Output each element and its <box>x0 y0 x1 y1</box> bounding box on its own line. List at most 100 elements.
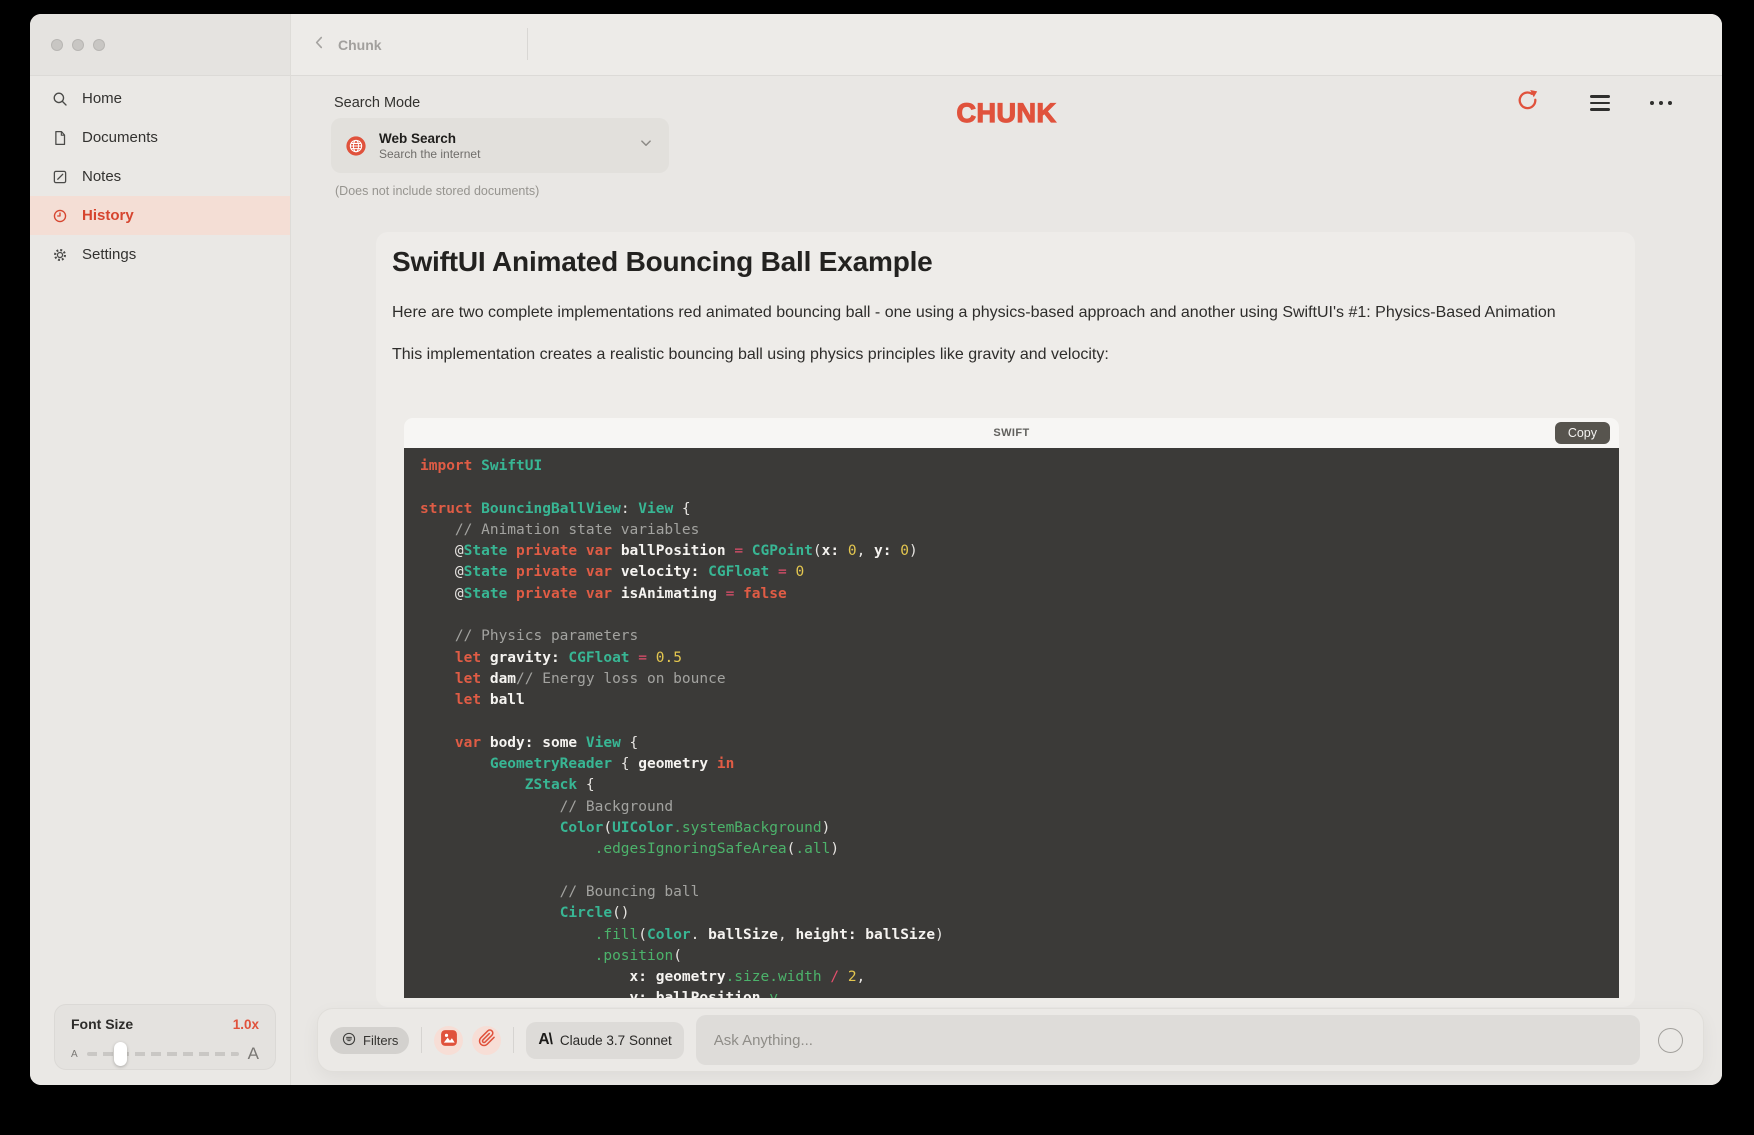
filters-button[interactable]: Filters <box>330 1027 409 1054</box>
code-line: struct BouncingBallView: View { <box>420 499 1619 520</box>
image-icon <box>439 1028 459 1053</box>
filter-icon <box>341 1031 357 1050</box>
hamburger-icon <box>1590 95 1610 111</box>
font-size-max-label: A <box>248 1044 259 1064</box>
answer-paragraph: Here are two complete implementations re… <box>392 302 1619 324</box>
search-mode-note: (Does not include stored documents) <box>335 184 539 198</box>
model-name: Claude 3.7 Sonnet <box>560 1033 672 1048</box>
titlebar-sidebar-section <box>30 14 291 76</box>
ask-input[interactable] <box>696 1015 1640 1065</box>
answer-card: SwiftUI Animated Bouncing Ball Example H… <box>376 232 1635 1007</box>
chevron-down-icon <box>637 134 655 157</box>
titlebar-main-section: Chunk <box>291 14 1722 76</box>
model-selector[interactable]: A\ Claude 3.7 Sonnet <box>526 1022 683 1059</box>
code-line: y: ballPosition.y <box>420 988 1619 998</box>
font-size-panel: Font Size 1.0x A A <box>54 1004 276 1070</box>
answer-paragraph: This implementation creates a realistic … <box>392 344 1619 366</box>
dropdown-subtitle: Search the internet <box>379 147 637 162</box>
code-line: .edgesIgnoringSafeArea(.all) <box>420 839 1619 860</box>
record-button[interactable] <box>1658 1028 1683 1053</box>
sidebar-item-notes[interactable]: Notes <box>30 157 290 196</box>
search-mode-label: Search Mode <box>334 95 420 111</box>
code-line: GeometryReader { geometry in <box>420 754 1619 775</box>
sidebar-item-documents[interactable]: Documents <box>30 118 290 157</box>
code-block: SWIFT Copy import SwiftUI struct Bouncin… <box>404 418 1619 998</box>
sidebar-item-settings[interactable]: Settings <box>30 235 290 274</box>
paperclip-icon <box>478 1029 496 1052</box>
titlebar-divider <box>527 28 528 60</box>
font-size-value: 1.0x <box>233 1017 259 1032</box>
font-size-slider[interactable] <box>87 1052 239 1056</box>
toolbar-divider <box>421 1027 422 1053</box>
filters-label: Filters <box>363 1033 398 1048</box>
sidebar-item-label: Home <box>82 90 122 107</box>
menu-button[interactable] <box>1587 90 1613 116</box>
code-line: x: geometry.size.width / 2, <box>420 967 1619 988</box>
code-block-header: SWIFT Copy <box>404 418 1619 448</box>
dropdown-text: Web Search Search the internet <box>379 130 637 162</box>
document-icon <box>51 129 69 147</box>
code-line: // Physics parameters <box>420 626 1619 647</box>
chevron-left-icon <box>311 34 328 56</box>
copy-button[interactable]: Copy <box>1555 422 1610 444</box>
add-image-button[interactable] <box>434 1026 463 1055</box>
font-size-label: Font Size <box>71 1016 133 1032</box>
search-icon <box>51 90 69 108</box>
note-icon <box>51 168 69 186</box>
history-icon <box>51 207 69 225</box>
code-line: let gravity: CGFloat = 0.5 <box>420 648 1619 669</box>
code-line: // Background <box>420 797 1619 818</box>
search-mode-dropdown[interactable]: Web Search Search the internet <box>331 118 669 173</box>
code-line: ZStack { <box>420 775 1619 796</box>
brand-logo: CHUNK <box>957 98 1057 129</box>
close-window-button[interactable] <box>51 39 63 51</box>
refresh-button[interactable] <box>1514 90 1540 116</box>
code-content[interactable]: import SwiftUI struct BouncingBallView: … <box>404 448 1619 998</box>
ask-bar: Filters A\ Claude 3.7 Sonnet <box>317 1008 1704 1072</box>
sidebar-item-history[interactable]: History <box>30 196 290 235</box>
minimize-window-button[interactable] <box>72 39 84 51</box>
code-line: Color(UIColor.systemBackground) <box>420 818 1619 839</box>
font-size-min-label: A <box>71 1049 78 1060</box>
code-line: @State private var ballPosition = CGPoin… <box>420 541 1619 562</box>
answer-title: SwiftUI Animated Bouncing Ball Example <box>392 244 1619 280</box>
code-line: @State private var velocity: CGFloat = 0 <box>420 562 1619 583</box>
code-line <box>420 605 1619 626</box>
attach-file-button[interactable] <box>472 1026 501 1055</box>
app-window: Chunk Home Documents Note <box>30 14 1722 1085</box>
code-line <box>420 861 1619 882</box>
code-line: // Bouncing ball <box>420 882 1619 903</box>
sidebar-item-label: Settings <box>82 246 136 263</box>
back-button[interactable] <box>311 34 328 56</box>
code-language-label: SWIFT <box>993 427 1029 439</box>
sidebar-item-home[interactable]: Home <box>30 79 290 118</box>
code-line: // Animation state variables <box>420 520 1619 541</box>
code-line: var body: some View { <box>420 733 1619 754</box>
code-line: .fill(Color. ballSize, height: ballSize) <box>420 925 1619 946</box>
window-controls <box>51 39 105 51</box>
toolbar-divider <box>513 1027 514 1053</box>
sidebar: Home Documents Notes History <box>30 76 291 1085</box>
sidebar-item-label: Documents <box>82 129 158 146</box>
code-line: let ball <box>420 690 1619 711</box>
main-area: Search Mode Web Search Search the intern… <box>291 76 1722 1085</box>
titlebar: Chunk <box>30 14 1722 76</box>
code-line: Circle() <box>420 903 1619 924</box>
code-line: .position( <box>420 946 1619 967</box>
code-line <box>420 712 1619 733</box>
gear-icon <box>51 246 69 264</box>
more-options-button[interactable] <box>1648 90 1674 116</box>
zoom-window-button[interactable] <box>93 39 105 51</box>
code-line: import SwiftUI <box>420 456 1619 477</box>
window-title: Chunk <box>338 37 382 53</box>
dropdown-selected-value: Web Search <box>379 130 637 147</box>
code-line: @State private var isAnimating = false <box>420 584 1619 605</box>
code-line: let dam// Energy loss on bounce <box>420 669 1619 690</box>
code-line <box>420 477 1619 498</box>
sidebar-item-label: Notes <box>82 168 121 185</box>
refresh-icon <box>1515 88 1540 118</box>
globe-icon <box>345 135 367 157</box>
font-size-slider-knob[interactable] <box>114 1042 127 1066</box>
sidebar-item-label: History <box>82 207 134 224</box>
anthropic-logo-icon: A\ <box>538 1031 552 1049</box>
